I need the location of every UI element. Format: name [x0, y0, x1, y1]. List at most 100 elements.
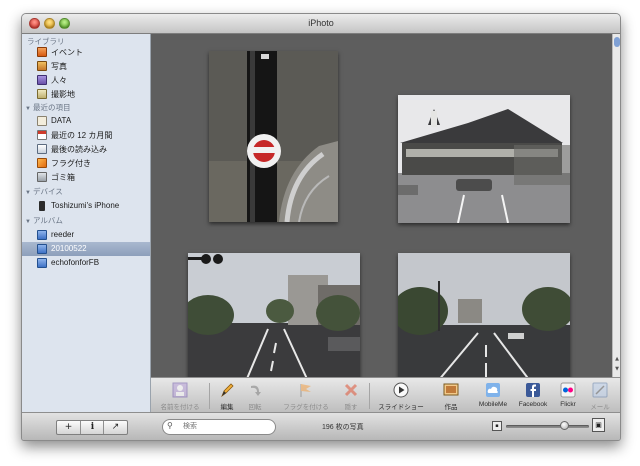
photos-icon	[37, 61, 47, 71]
disclosure-icon: ▼	[25, 106, 31, 112]
sidebar-item-label: 最近の 12 カ月間	[51, 131, 113, 140]
import-icon	[37, 144, 47, 154]
rotate-button-label: 回転	[248, 404, 262, 411]
create-button[interactable]: 作品	[433, 381, 469, 411]
info-button[interactable]: i	[80, 421, 104, 434]
toolbar-divider	[369, 383, 370, 409]
create-button-label: 作品	[444, 404, 458, 411]
mobileme-button[interactable]: MobileMe	[473, 381, 513, 411]
sidebar-item-album-reeder[interactable]: reeder	[22, 228, 150, 242]
places-icon	[37, 89, 47, 99]
sidebar-item-label: echofonforFB	[51, 258, 100, 267]
sidebar-item-album-echofonforfb[interactable]: echofonforFB	[22, 256, 150, 270]
section-devices-heading: デバイス	[32, 187, 63, 196]
event-icon	[37, 116, 47, 126]
sidebar-item-faces[interactable]: 人々	[22, 73, 150, 87]
search-input[interactable]	[183, 421, 268, 432]
scroll-up-arrow-icon[interactable]: ▲	[614, 356, 620, 362]
search-field[interactable]: ⚲	[162, 419, 276, 435]
photo-thumbnail[interactable]	[209, 51, 338, 222]
rotate-button[interactable]: 回転	[241, 381, 269, 411]
flag-button-label: フラグを付ける	[283, 404, 329, 411]
name-button[interactable]: 名前を付ける	[155, 381, 205, 411]
sidebar-item-photos[interactable]: 写真	[22, 59, 150, 73]
edit-button-label: 編集	[220, 404, 234, 411]
hide-x-icon	[344, 383, 358, 397]
zoom-small-icon: ▪	[492, 421, 502, 431]
section-recent[interactable]: ▼ 最近の項目	[25, 102, 70, 113]
zoom-slider[interactable]	[506, 425, 589, 428]
iphoto-window: iPhoto ライブラリ イベント 写真 人々 撮影地 ▼ 最近の項目 DATA …	[21, 13, 621, 441]
title-bar: iPhoto	[22, 14, 620, 34]
sidebar-item-label: イベント	[51, 48, 83, 57]
flag-button[interactable]: フラグを付ける	[279, 381, 333, 411]
pencil-icon	[221, 383, 234, 398]
photo-thumbnail[interactable]	[398, 253, 570, 381]
section-devices[interactable]: ▼ デバイス	[25, 186, 63, 197]
vertical-scrollbar[interactable]: ▲ ▼	[612, 34, 620, 377]
calendar-icon	[37, 130, 47, 140]
sidebar-item-label: フラグ付き	[51, 159, 91, 168]
hide-button[interactable]: 隠す	[337, 381, 365, 411]
facebook-icon	[526, 383, 540, 397]
photo-thumbnail[interactable]	[398, 95, 570, 223]
fullscreen-button[interactable]: ↗	[103, 421, 127, 434]
flickr-button-label: Flickr	[560, 401, 576, 408]
scroll-down-arrow-icon[interactable]: ▼	[614, 366, 620, 372]
disclosure-icon: ▼	[25, 219, 31, 225]
sidebar-item-trash[interactable]: ゴミ箱	[22, 170, 150, 184]
mobileme-cloud-icon	[486, 383, 500, 397]
mobileme-button-label: MobileMe	[478, 401, 508, 408]
create-icon	[443, 383, 459, 396]
name-button-label: 名前を付ける	[160, 404, 200, 411]
mail-button[interactable]: メール	[585, 381, 615, 411]
flickr-icon	[560, 382, 576, 398]
sidebar-item-album-20100522[interactable]: 20100522	[22, 242, 150, 256]
sidebar-item-label: 撮影地	[51, 90, 75, 99]
photo-browser	[151, 34, 612, 381]
slideshow-button-label: スライドショー	[378, 404, 424, 411]
scroll-thumb[interactable]	[614, 37, 620, 47]
edit-button[interactable]: 編集	[213, 381, 241, 411]
sidebar-item-data[interactable]: DATA	[22, 114, 150, 128]
sidebar-item-label: DATA	[51, 116, 72, 125]
section-albums[interactable]: ▼ アルバム	[25, 215, 63, 226]
hide-button-label: 隠す	[344, 404, 358, 411]
source-list: ライブラリ イベント 写真 人々 撮影地 ▼ 最近の項目 DATA 最近の 12 …	[22, 34, 151, 412]
events-icon	[37, 47, 47, 57]
slideshow-button[interactable]: スライドショー	[377, 381, 425, 411]
facebook-button-label: Facebook	[518, 401, 548, 408]
album-icon	[37, 244, 47, 254]
face-name-icon	[172, 382, 188, 398]
add-button[interactable]: +	[57, 421, 80, 434]
section-recent-heading: 最近の項目	[32, 103, 71, 112]
photo-count: 196 枚の写真	[322, 424, 364, 431]
status-bar: + i ↗ ⚲ 196 枚の写真 ▪ ▣	[22, 412, 620, 440]
flag-icon	[37, 158, 47, 168]
facebook-button[interactable]: Facebook	[515, 381, 551, 411]
sidebar-item-flagged[interactable]: フラグ付き	[22, 156, 150, 170]
mail-icon	[592, 382, 608, 398]
sidebar-item-last-import[interactable]: 最後の読み込み	[22, 142, 150, 156]
zoom-large-icon: ▣	[592, 418, 605, 432]
sidebar-item-last-12-months[interactable]: 最近の 12 カ月間	[22, 128, 150, 142]
sidebar-item-label: 20100522	[51, 244, 87, 253]
sidebar-item-label: ゴミ箱	[51, 173, 75, 182]
sidebar-item-places[interactable]: 撮影地	[22, 87, 150, 101]
sidebar-item-label: 最後の読み込み	[51, 145, 107, 154]
photo-thumbnail[interactable]	[188, 253, 360, 381]
sidebar-item-iphone[interactable]: Toshizumi's iPhone	[22, 199, 150, 213]
bicycle-photo-image	[209, 51, 338, 222]
sidebar-item-label: Toshizumi's iPhone	[51, 201, 120, 210]
rotate-icon	[251, 385, 261, 396]
zoom-slider-knob[interactable]	[560, 421, 569, 430]
iphone-icon	[39, 201, 45, 211]
sidebar-item-label: 写真	[51, 62, 67, 71]
road-photo-image	[398, 253, 570, 381]
sidebar-item-events[interactable]: イベント	[22, 45, 150, 59]
flickr-button[interactable]: Flickr	[553, 381, 583, 411]
album-icon	[37, 230, 47, 240]
sidebar-button-group: + i ↗	[56, 420, 128, 435]
toolbar-divider	[209, 383, 210, 409]
bottom-toolbar: 名前を付ける 編集 回転 フラグを付ける 隠す スライドショー 作品 Mobil…	[151, 377, 620, 413]
